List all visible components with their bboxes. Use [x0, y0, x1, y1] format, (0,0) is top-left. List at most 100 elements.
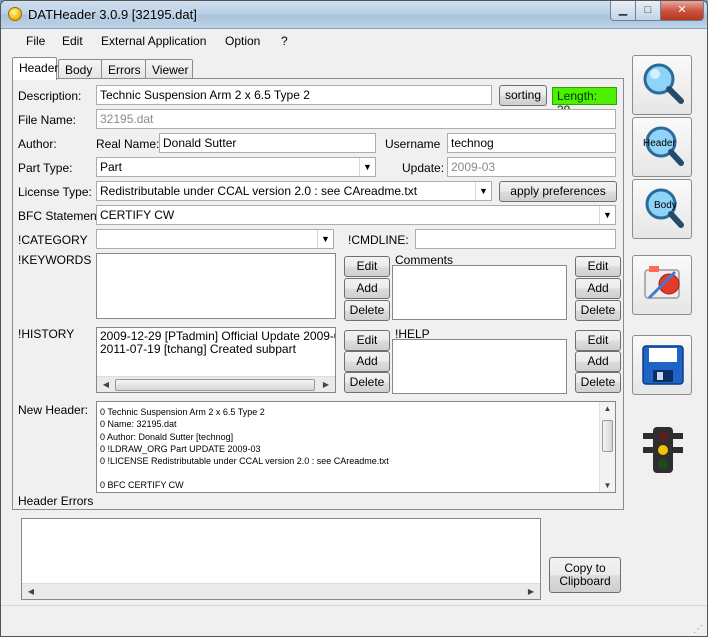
bfc-label: BFC Statement	[18, 209, 101, 223]
parttype-label: Part Type:	[18, 161, 73, 175]
traffic-light-icon	[643, 427, 683, 473]
header-line: 0 Name: 32195.dat	[100, 419, 177, 430]
help-list[interactable]	[392, 339, 567, 394]
realname-label: Real Name:	[96, 137, 160, 151]
keywords-edit-button[interactable]: Edit	[344, 256, 390, 277]
header-errors-label: Header Errors	[18, 494, 94, 508]
history-row[interactable]: 2011-07-19 [tchang] Created subpart	[97, 343, 335, 356]
header-btn-label: Header	[643, 138, 676, 149]
description-label: Description:	[18, 89, 82, 103]
filename-input[interactable]: 32195.dat	[96, 109, 616, 129]
history-delete-button[interactable]: Delete	[344, 372, 390, 393]
keywords-label: !KEYWORDS	[18, 253, 92, 267]
sorting-button[interactable]: sorting	[499, 85, 547, 106]
app-icon	[8, 7, 22, 21]
chevron-down-icon[interactable]: ▼	[599, 206, 615, 224]
header-errors-list[interactable]: ◀ ▶	[21, 518, 541, 600]
license-select[interactable]: Redistributable under CCAL version 2.0 :…	[96, 181, 492, 201]
comments-add-button[interactable]: Add	[575, 278, 621, 299]
author-label: Author:	[18, 137, 57, 151]
new-header-label: New Header:	[18, 403, 89, 417]
cmdline-input[interactable]	[415, 229, 616, 249]
header-search-button[interactable]: Header	[632, 117, 692, 177]
tab-errors[interactable]: Errors	[101, 59, 146, 79]
menu-file[interactable]: File	[26, 34, 45, 48]
magnifier-icon	[643, 63, 684, 104]
scroll-right-icon[interactable]: ▶	[319, 378, 333, 392]
chevron-down-icon[interactable]: ▼	[475, 182, 491, 200]
copy-to-clipboard-button[interactable]: Copy to Clipboard	[549, 557, 621, 593]
license-value: Redistributable under CCAL version 2.0 :…	[100, 184, 418, 198]
close-button[interactable]: ✕	[660, 1, 704, 21]
header-line	[97, 467, 615, 479]
chevron-down-icon[interactable]: ▼	[359, 158, 375, 176]
filename-label: File Name:	[18, 113, 77, 127]
help-add-button[interactable]: Add	[575, 351, 621, 372]
parttype-select[interactable]: Part ▼	[96, 157, 376, 177]
history-add-button[interactable]: Add	[344, 351, 390, 372]
menu-bar: File Edit External Application Option ?	[1, 30, 707, 52]
comments-delete-button[interactable]: Delete	[575, 300, 621, 321]
keywords-delete-button[interactable]: Delete	[344, 300, 390, 321]
category-label: !CATEGORY	[18, 233, 88, 247]
update-label: Update:	[402, 161, 445, 175]
body-search-button[interactable]: Body	[632, 179, 692, 239]
minimize-button[interactable]: ▁	[610, 1, 636, 21]
header-vscrollbar[interactable]: ▲ ▼	[599, 402, 615, 492]
username-input[interactable]: technog	[447, 133, 616, 153]
tab-header[interactable]: Header	[12, 57, 58, 80]
comments-edit-button[interactable]: Edit	[575, 256, 621, 277]
window-title: DATHeader 3.0.9 [32195.dat]	[28, 7, 197, 22]
history-label: !HISTORY	[18, 327, 75, 341]
header-line: 0 BFC CERTIFY CW	[100, 480, 184, 491]
open-file-button[interactable]	[632, 255, 692, 315]
copy-label-line2: Clipboard	[559, 574, 611, 588]
description-input[interactable]: Technic Suspension Arm 2 x 6.5 Type 2	[96, 85, 492, 105]
main-window: DATHeader 3.0.9 [32195.dat] ▁ □ ✕ File E…	[0, 0, 708, 637]
menu-edit[interactable]: Edit	[62, 34, 83, 48]
floppy-disk-icon	[642, 345, 684, 385]
category-select[interactable]: ▼	[96, 229, 334, 249]
save-button[interactable]	[632, 335, 692, 395]
realname-input[interactable]: Donald Sutter	[159, 133, 376, 153]
scroll-right-icon[interactable]: ▶	[524, 585, 538, 599]
tab-body[interactable]: Body	[58, 59, 102, 79]
cmdline-label: !CMDLINE:	[348, 233, 409, 247]
body-btn-label: Body	[654, 200, 677, 211]
tab-viewer[interactable]: Viewer	[145, 59, 193, 79]
header-line: 0 !LICENSE Redistributable under CCAL ve…	[100, 456, 389, 467]
maximize-button[interactable]: □	[635, 1, 661, 21]
scroll-up-icon[interactable]: ▲	[600, 404, 615, 413]
scroll-thumb[interactable]	[602, 420, 613, 452]
history-hscrollbar[interactable]: ◀ ▶	[97, 376, 335, 392]
resize-grip-icon[interactable]: ⋰	[693, 624, 703, 635]
bfc-select[interactable]: CERTIFY CW ▼	[96, 205, 616, 225]
scroll-thumb[interactable]	[115, 379, 315, 391]
scroll-down-icon[interactable]: ▼	[600, 481, 615, 490]
help-delete-button[interactable]: Delete	[575, 372, 621, 393]
history-edit-button[interactable]: Edit	[344, 330, 390, 351]
scroll-left-icon[interactable]: ◀	[99, 378, 113, 392]
status-bar: ⋰	[1, 605, 707, 636]
title-bar: DATHeader 3.0.9 [32195.dat] ▁ □ ✕	[1, 1, 707, 29]
new-header-text[interactable]: 0 Technic Suspension Arm 2 x 6.5 Type 2 …	[96, 401, 616, 493]
header-line: 0 Technic Suspension Arm 2 x 6.5 Type 2	[100, 407, 265, 417]
menu-external-application[interactable]: External Application	[101, 34, 206, 48]
header-line: 0 !LDRAW_ORG Part UPDATE 2009-03	[100, 443, 261, 454]
scroll-left-icon[interactable]: ◀	[24, 585, 38, 599]
comments-list[interactable]	[392, 265, 567, 320]
username-label: Username	[385, 137, 441, 151]
parttype-value: Part	[100, 160, 123, 174]
menu-help[interactable]: ?	[281, 34, 288, 48]
search-button[interactable]	[632, 55, 692, 115]
keywords-list[interactable]	[96, 253, 336, 319]
history-list[interactable]: 2009-12-29 [PTadmin] Official Update 200…	[96, 327, 336, 393]
help-edit-button[interactable]: Edit	[575, 330, 621, 351]
apply-preferences-button[interactable]: apply preferences	[499, 181, 617, 202]
menu-option[interactable]: Option	[225, 34, 260, 48]
update-input[interactable]: 2009-03	[447, 157, 616, 177]
keywords-add-button[interactable]: Add	[344, 278, 390, 299]
length-badge: Length: 39	[552, 87, 617, 117]
errors-hscrollbar[interactable]: ◀ ▶	[22, 583, 540, 599]
chevron-down-icon[interactable]: ▼	[317, 230, 333, 248]
